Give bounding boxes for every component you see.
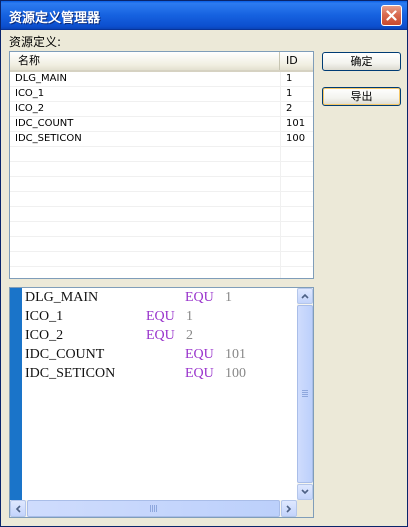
editor-gutter xyxy=(10,288,22,500)
code-identifier: ICO_2 xyxy=(25,328,64,343)
vertical-scrollbar[interactable] xyxy=(297,288,313,500)
list-body: DLG_MAIN 1 ICO_1 1 ICO_2 2 IDC_COUNT 101… xyxy=(10,72,313,278)
table-row[interactable]: IDC_COUNT 101 xyxy=(10,117,313,132)
empty-row xyxy=(10,252,313,267)
horizontal-scroll-thumb[interactable] xyxy=(27,500,280,517)
code-identifier: DLG_MAIN xyxy=(25,290,99,305)
code-area[interactable]: DLG_MAIN EQU 1 ICO_1 EQU 1 ICO_2 EQU 2 I… xyxy=(25,288,295,500)
resource-definition-label: 资源定义: xyxy=(9,35,62,49)
close-icon xyxy=(386,10,397,21)
code-keyword: EQU xyxy=(185,366,214,381)
table-row[interactable]: IDC_SETICON 100 xyxy=(10,132,313,147)
code-value: 2 xyxy=(186,328,193,343)
empty-row xyxy=(10,147,313,162)
resource-list[interactable]: 名称 ID DLG_MAIN 1 ICO_1 1 ICO_2 2 IDC_COU… xyxy=(9,51,314,279)
resource-manager-window: 资源定义管理器 资源定义: 名称 ID DLG_MAIN 1 ICO_1 1 I… xyxy=(0,0,408,527)
window-title: 资源定义管理器 xyxy=(9,11,101,26)
row-name: ICO_2 xyxy=(15,103,45,114)
vertical-scroll-thumb[interactable] xyxy=(297,305,313,483)
row-id: 1 xyxy=(286,88,293,99)
arrow-up-icon xyxy=(301,293,309,299)
code-keyword: EQU xyxy=(185,290,214,305)
code-identifier: IDC_COUNT xyxy=(25,347,105,362)
arrow-down-icon xyxy=(301,489,309,495)
close-button[interactable] xyxy=(381,5,402,26)
scroll-right-button[interactable] xyxy=(281,500,297,517)
row-name: DLG_MAIN xyxy=(15,73,67,84)
arrow-left-icon xyxy=(15,504,21,513)
empty-row xyxy=(10,192,313,207)
scroll-left-button[interactable] xyxy=(10,500,26,517)
row-id: 1 xyxy=(286,73,293,84)
arrow-right-icon xyxy=(286,504,292,513)
code-value: 1 xyxy=(225,290,232,305)
code-keyword: EQU xyxy=(185,347,214,362)
code-value: 101 xyxy=(225,347,246,362)
title-bar[interactable]: 资源定义管理器 xyxy=(1,1,407,30)
code-value: 100 xyxy=(225,366,246,381)
empty-row xyxy=(10,222,313,237)
row-name: IDC_COUNT xyxy=(15,118,74,129)
row-id: 2 xyxy=(286,103,293,114)
row-id: 100 xyxy=(286,133,306,144)
ok-button[interactable]: 确定 xyxy=(322,52,401,71)
code-keyword: EQU xyxy=(146,328,175,343)
column-header-id[interactable]: ID xyxy=(280,52,313,70)
code-identifier: IDC_SETICON xyxy=(25,366,116,381)
list-header: 名称 ID xyxy=(10,52,313,72)
row-name: IDC_SETICON xyxy=(15,133,82,144)
empty-row xyxy=(10,162,313,177)
table-row[interactable]: ICO_2 2 xyxy=(10,102,313,117)
export-button[interactable]: 导出 xyxy=(322,87,401,106)
code-identifier: ICO_1 xyxy=(25,309,64,324)
row-id: 101 xyxy=(286,118,306,129)
scrollbar-corner xyxy=(297,500,313,517)
empty-row xyxy=(10,207,313,222)
table-row[interactable]: DLG_MAIN 1 xyxy=(10,72,313,87)
column-header-name[interactable]: 名称 xyxy=(10,52,280,70)
horizontal-scrollbar[interactable] xyxy=(10,500,297,517)
code-value: 1 xyxy=(186,309,193,324)
scroll-down-button[interactable] xyxy=(297,484,313,500)
row-name: ICO_1 xyxy=(15,88,45,99)
scroll-up-button[interactable] xyxy=(297,288,313,304)
table-row[interactable]: ICO_1 1 xyxy=(10,87,313,102)
empty-row xyxy=(10,267,313,278)
empty-row xyxy=(10,177,313,192)
code-editor[interactable]: DLG_MAIN EQU 1 ICO_1 EQU 1 ICO_2 EQU 2 I… xyxy=(9,287,314,518)
empty-row xyxy=(10,237,313,252)
code-keyword: EQU xyxy=(146,309,175,324)
